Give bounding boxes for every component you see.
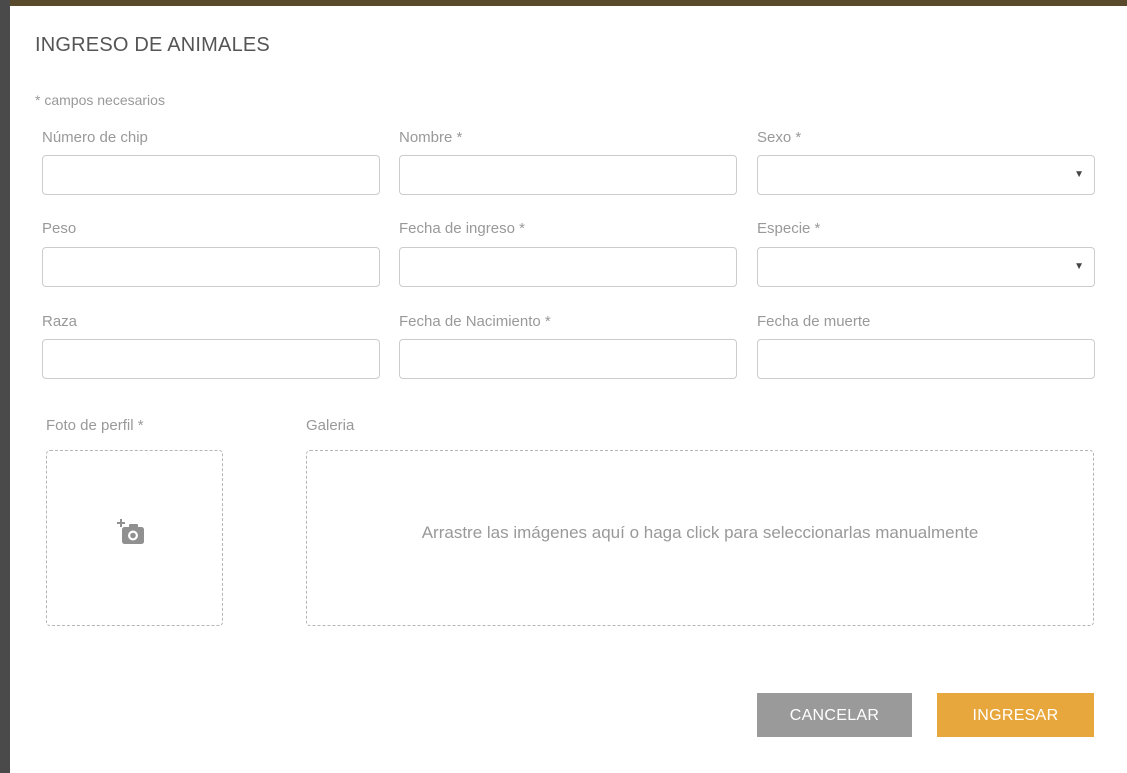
weight-label: Peso [42,220,77,237]
name-label: Nombre * [399,129,463,146]
add-photo-icon [117,519,144,544]
chip-number-input[interactable] [42,155,380,195]
chip-number-label: Número de chip [42,129,148,146]
weight-input[interactable] [42,247,380,287]
profile-photo-dropzone[interactable] [46,450,223,626]
intake-date-input[interactable] [399,247,737,287]
breed-label: Raza [42,313,78,330]
submit-button[interactable]: INGRESAR [937,693,1094,737]
caret-down-icon: ▼ [1074,261,1084,272]
death-date-label: Fecha de muerte [757,313,871,330]
name-input[interactable] [399,155,737,195]
sex-select[interactable]: ▼ [757,155,1095,195]
sex-label: Sexo * [757,129,802,146]
animal-intake-modal: INGRESO DE ANIMALES * campos necesarios … [10,6,1127,773]
species-label: Especie * [757,220,821,237]
death-date-input[interactable] [757,339,1095,379]
caret-down-icon: ▼ [1074,169,1084,180]
species-select[interactable]: ▼ [757,247,1095,287]
breed-input[interactable] [42,339,380,379]
gallery-dropzone[interactable]: Arrastre las imágenes aquí o haga click … [306,450,1094,626]
backdrop-left [0,0,10,773]
profile-photo-label: Foto de perfil * [46,417,144,434]
gallery-label: Galeria [306,417,355,434]
gallery-dropzone-hint: Arrastre las imágenes aquí o haga click … [421,523,979,542]
modal-title: INGRESO DE ANIMALES [35,34,270,56]
birth-date-input[interactable] [399,339,737,379]
required-fields-note: * campos necesarios [35,92,165,108]
birth-date-label: Fecha de Nacimiento * [399,313,551,330]
cancel-button[interactable]: CANCELAR [757,693,912,737]
intake-date-label: Fecha de ingreso * [399,220,525,237]
